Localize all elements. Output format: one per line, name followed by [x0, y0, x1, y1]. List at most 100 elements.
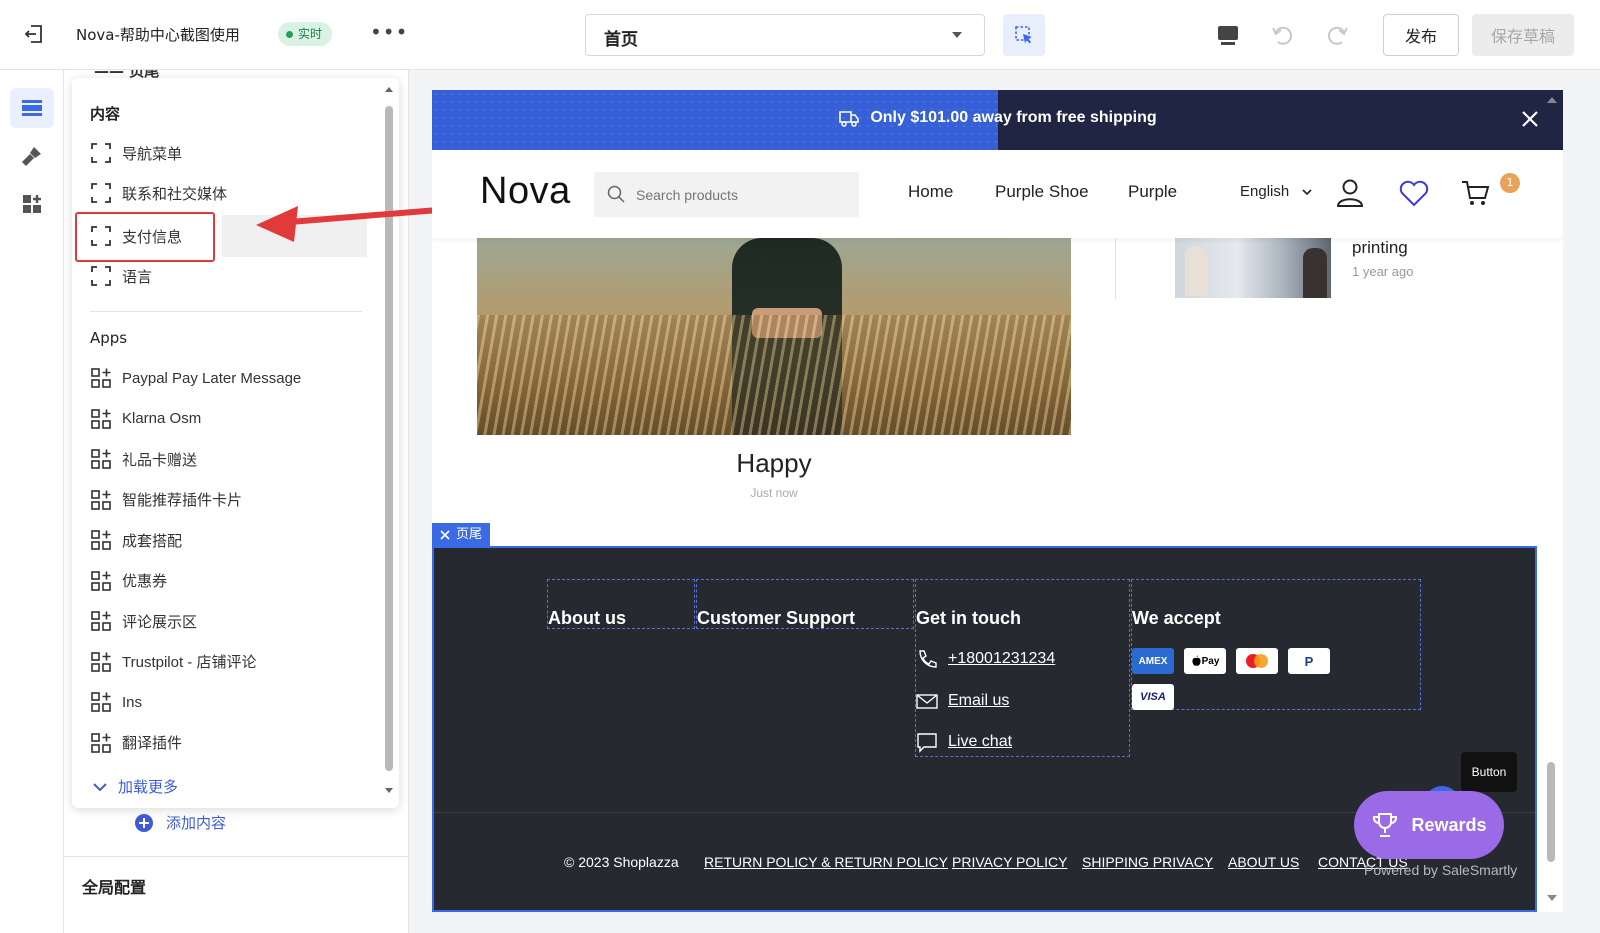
monitor-icon	[1218, 26, 1238, 45]
app-block-item[interactable]: 评论展示区	[90, 604, 370, 638]
app-block-icon	[91, 530, 111, 550]
undo-button[interactable]	[1268, 20, 1298, 50]
app-block-label: 成套搭配	[122, 532, 183, 550]
store-footer[interactable]: About us Customer Support Get in touch +…	[432, 546, 1537, 912]
exit-icon[interactable]	[22, 22, 46, 46]
live-chat-label: Live chat	[948, 733, 1013, 750]
app-block-icon	[91, 408, 111, 429]
block-item-language[interactable]: 语言	[90, 259, 370, 293]
footer-tag-label: 页尾	[456, 527, 483, 542]
theme-title: Nova-帮助中心截图使用	[76, 26, 240, 44]
block-item-label: 导航菜单	[122, 145, 183, 163]
app-block-icon	[91, 611, 111, 631]
desktop-view-button[interactable]	[1213, 20, 1243, 50]
rail-theme-settings-button[interactable]	[10, 136, 54, 176]
publish-button[interactable]: 发布	[1383, 14, 1459, 56]
chat-bubble-icon	[917, 733, 937, 753]
dropdown-scrollbar[interactable]	[383, 84, 395, 799]
chevron-down-icon	[1302, 188, 1312, 195]
apps-section-header: Apps	[90, 329, 128, 347]
app-block-label: Paypal Pay Later Message	[122, 369, 302, 387]
app-block-item[interactable]: Trustpilot - 店铺评论	[90, 645, 370, 679]
content-section-header: 内容	[90, 105, 121, 123]
nav-purple-shoe[interactable]: Purple Shoe	[995, 182, 1089, 202]
highlight-box	[75, 212, 215, 262]
close-icon[interactable]	[440, 530, 450, 540]
email-icon	[916, 694, 938, 709]
app-block-item[interactable]: 智能推荐插件卡片	[90, 483, 370, 517]
blog-image-printing[interactable]	[1175, 238, 1331, 298]
more-options-icon[interactable]: •••	[370, 20, 408, 44]
app-block-icon	[91, 449, 111, 469]
add-content-button[interactable]: 添加内容	[134, 812, 226, 833]
select-element-button[interactable]	[1003, 14, 1045, 56]
block-frame-icon	[91, 143, 111, 163]
rewards-button[interactable]: Rewards	[1354, 791, 1504, 859]
email-link[interactable]: Email us	[916, 690, 1009, 712]
policy-link-about[interactable]: ABOUT US	[1228, 854, 1299, 870]
add-content-label: 添加内容	[166, 814, 227, 832]
page-select-value: 首页	[604, 30, 638, 50]
rail-apps-button[interactable]	[10, 184, 54, 224]
add-block-dropdown: 内容 导航菜单 联系和社交媒体 支付信息 语言 Apps Paypal Pay …	[72, 78, 399, 808]
footer-col-payments[interactable]: We accept AMEX Pay P VISA	[1131, 579, 1421, 710]
scroll-down-icon[interactable]	[1546, 892, 1558, 904]
app-block-icon	[91, 732, 111, 753]
select-cursor-icon	[1015, 26, 1032, 44]
scroll-up-icon[interactable]	[1546, 94, 1558, 106]
store-logo[interactable]: Nova	[480, 170, 571, 213]
scrollbar-thumb[interactable]	[1547, 762, 1555, 862]
page-select[interactable]: 首页	[585, 14, 985, 56]
scroll-down-icon[interactable]	[384, 786, 394, 796]
top-bar: Nova-帮助中心截图使用 实时 ••• 首页 发布 保存草稿	[0, 0, 1600, 70]
language-selector[interactable]: English	[1240, 183, 1313, 200]
policy-link-privacy[interactable]: PRIVACY POLICY	[952, 854, 1067, 870]
live-chat-link[interactable]: Live chat	[916, 731, 1012, 753]
block-item-navigation-menu[interactable]: 导航菜单	[90, 136, 370, 170]
app-block-item[interactable]: 礼品卡赠送	[90, 442, 370, 476]
app-block-icon	[91, 489, 111, 510]
redo-button[interactable]	[1322, 20, 1352, 50]
undo-icon	[1272, 26, 1293, 45]
app-block-item[interactable]: Ins	[90, 685, 370, 719]
trophy-icon	[1373, 813, 1398, 837]
status-badge-label: 实时	[298, 27, 323, 41]
rail-sections-button[interactable]	[10, 88, 54, 128]
close-icon[interactable]	[1519, 108, 1541, 130]
nav-purple[interactable]: Purple	[1128, 182, 1177, 202]
sections-icon	[22, 100, 42, 116]
footer-col-contact[interactable]: Get in touch +18001231234 Email us Live …	[915, 579, 1130, 757]
save-draft-button[interactable]: 保存草稿	[1472, 14, 1574, 56]
scroll-up-icon[interactable]	[384, 84, 394, 94]
person-right	[1303, 248, 1327, 298]
footer-section-tag[interactable]: 页尾	[432, 523, 491, 547]
side-post-title[interactable]: printing	[1352, 238, 1408, 258]
footer-col-about[interactable]: About us	[547, 579, 695, 629]
app-block-item[interactable]: 优惠券	[90, 564, 370, 598]
phone-icon	[919, 650, 937, 668]
footer-col-support[interactable]: Customer Support	[696, 579, 914, 629]
cart-icon[interactable]	[1459, 176, 1493, 210]
app-block-item[interactable]: Klarna Osm	[90, 402, 370, 436]
phone-link[interactable]: +18001231234	[916, 648, 1055, 670]
footer-col-heading: About us	[548, 608, 626, 628]
account-icon[interactable]	[1333, 176, 1367, 210]
nav-home[interactable]: Home	[908, 182, 953, 202]
app-block-icon	[91, 692, 111, 712]
main-post-title[interactable]: Happy	[477, 448, 1071, 479]
app-block-item[interactable]: 成套搭配	[90, 523, 370, 557]
add-circle-icon	[135, 813, 153, 832]
app-block-item[interactable]: Paypal Pay Later Message	[90, 361, 370, 395]
search-input[interactable]	[594, 172, 859, 217]
visa-icon: VISA	[1132, 684, 1174, 710]
load-more-button[interactable]: 加载更多	[92, 776, 178, 797]
app-block-label: Ins	[122, 693, 143, 711]
mastercard-icon	[1236, 648, 1278, 674]
app-block-label: 翻译插件	[122, 735, 183, 752]
blog-image-wheat-field[interactable]	[477, 238, 1071, 435]
wishlist-heart-icon[interactable]	[1397, 176, 1431, 210]
policy-link-shipping[interactable]: SHIPPING PRIVACY	[1082, 854, 1213, 870]
load-more-label: 加载更多	[118, 778, 179, 796]
policy-link-return[interactable]: RETURN POLICY & RETURN POLICY	[704, 854, 948, 870]
app-block-item[interactable]: 翻译插件	[90, 726, 370, 760]
